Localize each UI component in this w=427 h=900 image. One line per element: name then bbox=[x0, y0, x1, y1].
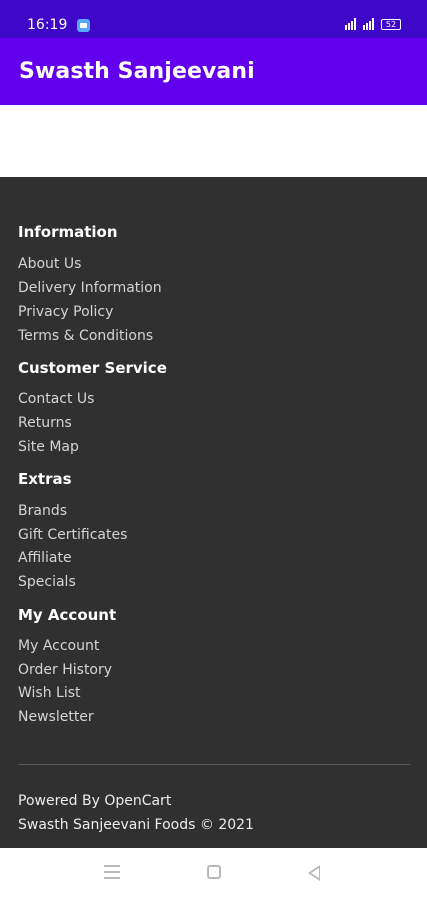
recent-apps-icon[interactable] bbox=[104, 865, 120, 883]
copyright-text: Swasth Sanjeevani Foods © 2021 bbox=[18, 817, 254, 833]
link-newsletter[interactable]: Newsletter bbox=[18, 709, 94, 725]
status-time: 16:19 bbox=[27, 17, 68, 33]
battery-icon: 52 bbox=[381, 18, 401, 30]
app-bar: Swasth Sanjeevani bbox=[0, 38, 427, 105]
link-returns[interactable]: Returns bbox=[18, 415, 72, 431]
link-brands[interactable]: Brands bbox=[18, 503, 67, 519]
section-title-my-account: My Account bbox=[18, 606, 117, 624]
powered-by-label: Powered By bbox=[18, 793, 105, 809]
signal-icon bbox=[363, 18, 374, 30]
opencart-link[interactable]: OpenCart bbox=[104, 793, 171, 809]
home-icon[interactable] bbox=[207, 865, 221, 879]
section-title-information: Information bbox=[18, 223, 118, 241]
link-my-account[interactable]: My Account bbox=[18, 638, 99, 654]
link-delivery-information[interactable]: Delivery Information bbox=[18, 280, 162, 296]
link-order-history[interactable]: Order History bbox=[18, 662, 112, 678]
powered-by: Powered By OpenCart bbox=[18, 793, 171, 809]
section-title-extras: Extras bbox=[18, 470, 72, 488]
link-wish-list[interactable]: Wish List bbox=[18, 685, 81, 701]
status-bar: 16:19 52 bbox=[0, 0, 427, 38]
image-notification-icon bbox=[77, 19, 90, 32]
status-icons: 52 bbox=[345, 18, 401, 30]
link-site-map[interactable]: Site Map bbox=[18, 439, 79, 455]
app-title: Swasth Sanjeevani bbox=[19, 59, 255, 84]
signal-icon bbox=[345, 18, 356, 30]
section-title-customer-service: Customer Service bbox=[18, 359, 167, 377]
content-area bbox=[0, 105, 427, 177]
link-specials[interactable]: Specials bbox=[18, 574, 76, 590]
link-privacy-policy[interactable]: Privacy Policy bbox=[18, 304, 113, 320]
link-about-us[interactable]: About Us bbox=[18, 256, 81, 272]
link-contact-us[interactable]: Contact Us bbox=[18, 391, 94, 407]
system-navigation-bar bbox=[0, 848, 427, 900]
site-footer: Information About Us Delivery Informatio… bbox=[0, 177, 427, 848]
footer-divider bbox=[18, 764, 410, 765]
link-terms-conditions[interactable]: Terms & Conditions bbox=[18, 328, 153, 344]
link-gift-certificates[interactable]: Gift Certificates bbox=[18, 527, 127, 543]
link-affiliate[interactable]: Affiliate bbox=[18, 550, 72, 566]
back-icon[interactable] bbox=[308, 865, 320, 881]
